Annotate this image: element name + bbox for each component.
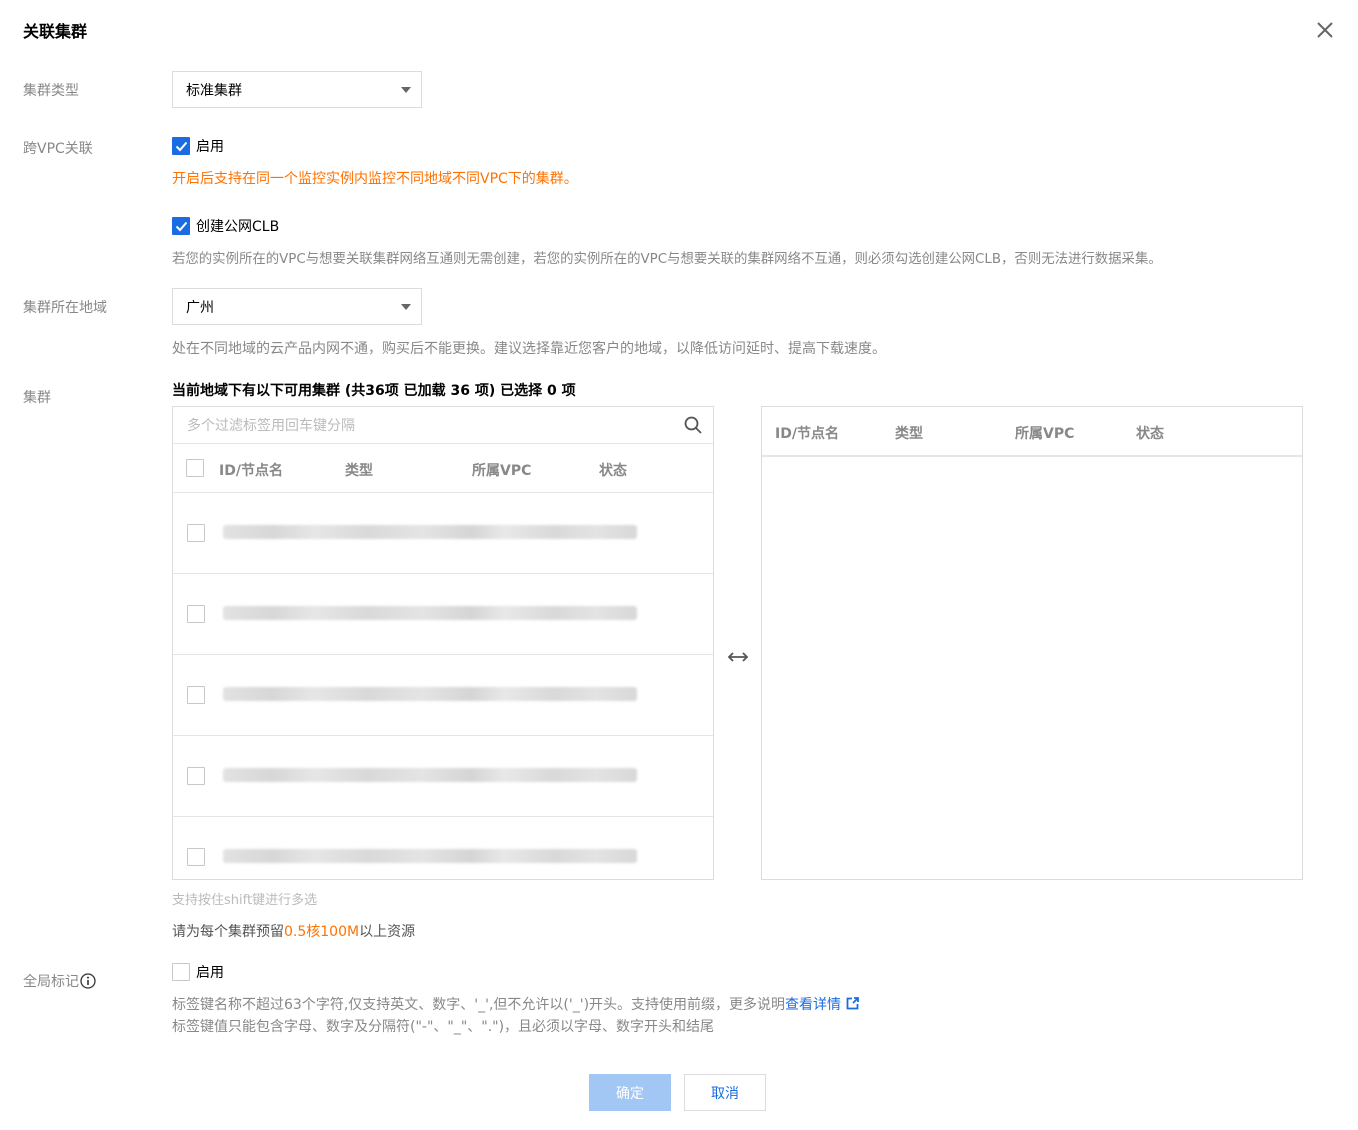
view-details-link[interactable]: 查看详情 <box>785 997 841 1013</box>
swap-arrows-icon <box>727 652 749 662</box>
region-help: 处在不同地域的云产品内网不通，购买后不能更换。建议选择靠近您客户的地域，以降低访… <box>172 341 886 357</box>
region-label: 集群所在地域 <box>23 300 107 316</box>
global-tag-toggle[interactable]: 启用 <box>172 962 224 982</box>
cross-vpc-checkbox[interactable] <box>172 137 190 155</box>
column-status: 状态 <box>1136 426 1164 442</box>
shift-select-hint: 支持按住shift键进行多选 <box>172 893 318 908</box>
cross-vpc-help: 开启后支持在同一个监控实例内监控不同地域不同VPC下的集群。 <box>172 171 578 187</box>
row-checkbox[interactable] <box>187 767 205 785</box>
table-row[interactable] <box>173 574 713 655</box>
global-tag-label: 全局标记 <box>23 971 96 991</box>
region-value: 广州 <box>186 299 214 316</box>
row-checkbox[interactable] <box>187 686 205 704</box>
selected-table-header: ID/节点名 类型 所属VPC 状态 <box>762 407 1302 457</box>
table-row[interactable] <box>173 817 713 879</box>
redacted-row-content <box>223 606 637 620</box>
cross-vpc-toggle[interactable]: 启用 <box>172 136 224 156</box>
cluster-type-value: 标准集群 <box>186 82 242 99</box>
column-vpc: 所属VPC <box>1015 426 1075 442</box>
public-clb-label: 创建公网CLB <box>196 219 280 235</box>
column-type: 类型 <box>895 426 923 442</box>
column-id: ID/节点名 <box>219 463 283 479</box>
dialog-title: 关联集群 <box>23 22 88 41</box>
redacted-row-content <box>223 687 637 701</box>
global-tag-enable-label: 启用 <box>196 965 224 981</box>
info-icon[interactable] <box>80 973 96 989</box>
row-checkbox[interactable] <box>187 848 205 866</box>
reserve-value: 0.5核100M <box>284 924 360 940</box>
tag-key-rule: 标签键名称不超过63个字符,仅支持英文、数字、'_',但不允许以('_')开头。… <box>172 997 786 1013</box>
confirm-button[interactable]: 确定 <box>589 1074 671 1111</box>
available-clusters-panel: 多个过滤标签用回车键分隔 ID/节点名 类型 所属VPC 状态 <box>172 406 714 880</box>
cross-vpc-enable-label: 启用 <box>196 139 224 155</box>
column-status: 状态 <box>599 463 627 479</box>
column-id: ID/节点名 <box>775 426 839 442</box>
table-row[interactable] <box>173 655 713 736</box>
redacted-row-content <box>223 525 637 539</box>
cluster-type-label: 集群类型 <box>23 83 79 99</box>
region-select[interactable]: 广州 <box>172 288 422 325</box>
cancel-button[interactable]: 取消 <box>684 1074 766 1111</box>
chevron-down-icon <box>401 87 411 93</box>
global-tag-checkbox[interactable] <box>172 963 190 981</box>
public-clb-help: 若您的实例所在的VPC与想要关联集群网络互通则无需创建，若您的实例所在的VPC与… <box>172 252 1162 267</box>
redacted-row-content <box>223 768 637 782</box>
column-type: 类型 <box>345 463 373 479</box>
global-tag-label-text: 全局标记 <box>23 974 79 990</box>
row-checkbox[interactable] <box>187 605 205 623</box>
select-all-checkbox[interactable] <box>186 459 204 477</box>
cross-vpc-label: 跨VPC关联 <box>23 141 93 157</box>
search-icon[interactable] <box>683 415 703 435</box>
table-row[interactable] <box>173 493 713 574</box>
chevron-down-icon <box>401 304 411 310</box>
table-row[interactable] <box>173 736 713 817</box>
public-clb-checkbox[interactable] <box>172 217 190 235</box>
row-checkbox[interactable] <box>187 524 205 542</box>
global-tag-help-1: 标签键名称不超过63个字符,仅支持英文、数字、'_',但不允许以('_')开头。… <box>172 994 859 1014</box>
resource-reserve-note: 请为每个集群预留0.5核100M以上资源 <box>172 921 415 941</box>
cluster-type-select[interactable]: 标准集群 <box>172 71 422 108</box>
public-clb-toggle[interactable]: 创建公网CLB <box>172 216 279 236</box>
table-header: ID/节点名 类型 所属VPC 状态 <box>173 444 713 493</box>
global-tag-help-2: 标签键值只能包含字母、数字及分隔符("-"、"_"、".")，且必须以字母、数字… <box>172 1019 715 1035</box>
reserve-prefix: 请为每个集群预留 <box>172 924 284 940</box>
column-vpc: 所属VPC <box>472 463 532 479</box>
redacted-row-content <box>223 849 637 863</box>
close-icon[interactable] <box>1314 19 1336 41</box>
cluster-search-input[interactable]: 多个过滤标签用回车键分隔 <box>173 407 713 444</box>
selected-clusters-panel: ID/节点名 类型 所属VPC 状态 <box>761 406 1303 880</box>
reserve-suffix: 以上资源 <box>359 924 416 940</box>
cluster-label: 集群 <box>23 390 51 406</box>
cluster-summary: 当前地域下有以下可用集群 (共36项 已加载 36 项) 已选择 0 项 <box>172 383 576 399</box>
external-link-icon[interactable] <box>846 997 859 1010</box>
search-placeholder: 多个过滤标签用回车键分隔 <box>187 418 355 434</box>
